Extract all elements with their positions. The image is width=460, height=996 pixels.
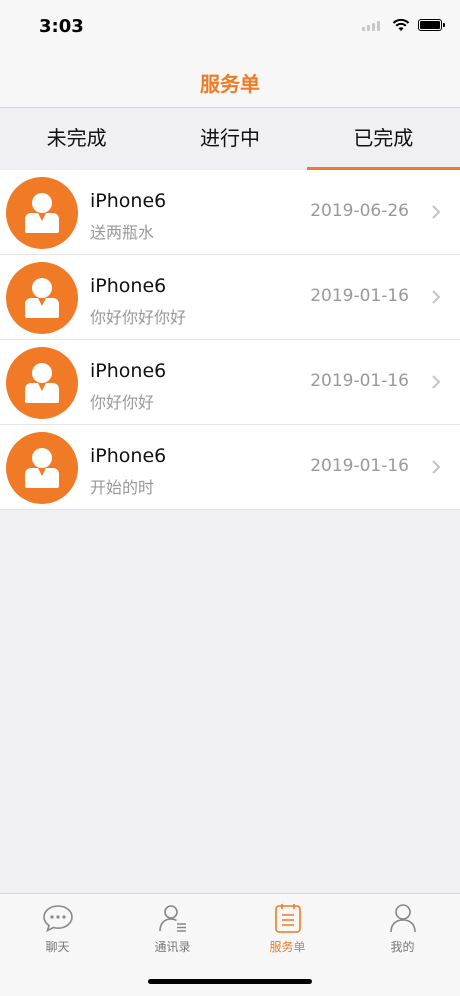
chevron-right-icon <box>432 375 441 389</box>
avatar <box>6 347 78 419</box>
signal-icon <box>362 19 384 31</box>
profile-icon <box>389 904 416 933</box>
list-item[interactable]: iPhone6 开始的时 2019-01-16 <box>0 425 460 510</box>
navigation-bar: 服务单 <box>0 56 460 108</box>
tab-label: 通讯录 <box>154 940 191 954</box>
tab-label: 我的 <box>390 940 415 954</box>
avatar <box>6 432 78 504</box>
item-date: 2019-01-16 <box>310 286 409 306</box>
tab-service-order[interactable]: 服务单 <box>230 902 345 955</box>
item-title: iPhone6 <box>90 360 167 382</box>
list-item[interactable]: iPhone6 你好你好 2019-01-16 <box>0 340 460 425</box>
tab-contacts[interactable]: 通讯录 <box>115 902 230 955</box>
status-bar: 3:03 <box>0 0 460 56</box>
item-subtitle: 你好你好你好 <box>90 308 187 327</box>
status-time: 3:03 <box>39 16 84 37</box>
item-title: iPhone6 <box>90 275 167 297</box>
status-segment-control: 未完成 进行中 已完成 <box>0 108 460 170</box>
tab-label: 聊天 <box>45 940 70 954</box>
item-subtitle: 开始的时 <box>90 478 155 497</box>
chevron-right-icon <box>432 290 441 304</box>
segment-in-progress[interactable]: 进行中 <box>153 108 306 170</box>
service-order-list: iPhone6 送两瓶水 2019-06-26 iPhone6 你好你好你好 2… <box>0 170 460 510</box>
chevron-right-icon <box>432 460 441 474</box>
item-date: 2019-01-16 <box>310 371 409 391</box>
chevron-right-icon <box>432 205 441 219</box>
home-indicator <box>148 979 312 984</box>
item-date: 2019-01-16 <box>310 456 409 476</box>
item-subtitle: 送两瓶水 <box>90 223 155 242</box>
item-subtitle: 你好你好 <box>90 393 155 412</box>
battery-icon <box>418 19 445 31</box>
avatar <box>6 262 78 334</box>
tab-profile[interactable]: 我的 <box>345 902 460 955</box>
chat-bubble-icon <box>42 905 73 933</box>
avatar <box>6 177 78 249</box>
service-order-icon <box>274 904 301 933</box>
item-date: 2019-06-26 <box>310 201 409 221</box>
segment-incomplete[interactable]: 未完成 <box>0 108 153 170</box>
segment-completed[interactable]: 已完成 <box>306 108 460 170</box>
item-title: iPhone6 <box>90 445 167 467</box>
list-item[interactable]: iPhone6 送两瓶水 2019-06-26 <box>0 170 460 255</box>
list-item[interactable]: iPhone6 你好你好你好 2019-01-16 <box>0 255 460 340</box>
status-icons <box>362 18 445 32</box>
tab-label: 服务单 <box>269 940 306 954</box>
item-title: iPhone6 <box>90 190 167 212</box>
contacts-icon <box>158 905 186 932</box>
wifi-icon <box>392 18 410 31</box>
tab-chat[interactable]: 聊天 <box>0 902 115 955</box>
page-title: 服务单 <box>200 72 260 96</box>
